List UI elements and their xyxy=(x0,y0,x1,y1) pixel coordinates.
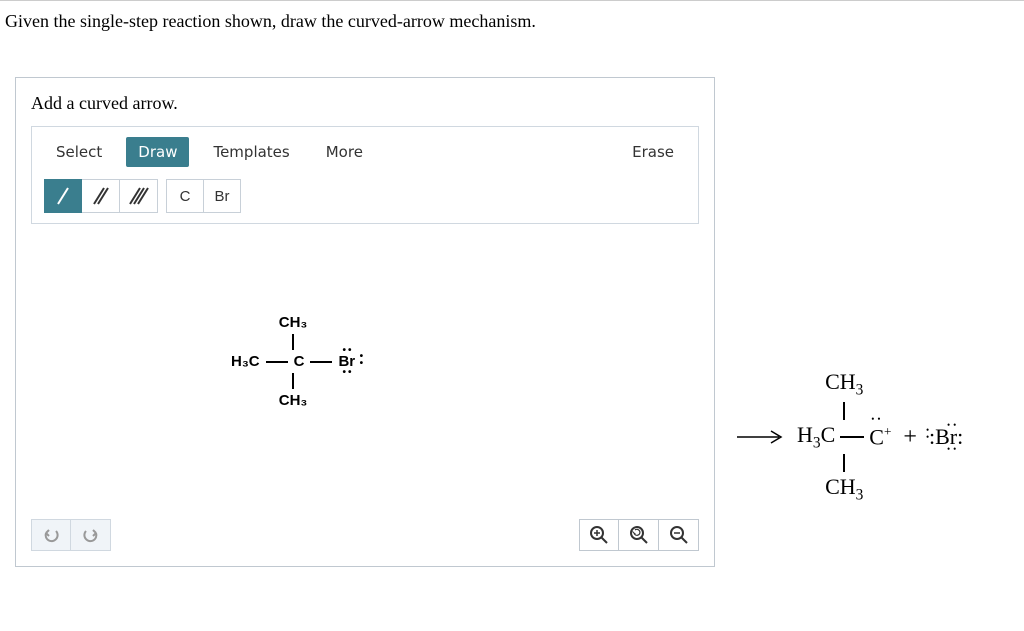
tab-more[interactable]: More xyxy=(314,137,375,167)
product-bromide: •• •• :Br: •• xyxy=(929,424,963,450)
tab-erase[interactable]: Erase xyxy=(620,137,686,167)
zoom-reset-icon xyxy=(629,525,649,545)
undo-button[interactable] xyxy=(31,519,71,551)
single-bond-icon xyxy=(55,186,71,206)
zoom-reset-button[interactable] xyxy=(619,519,659,551)
triple-bond-icon xyxy=(129,186,149,206)
reactant-molecule: CH₃ H₃C C •• Br •• •• CH₃ xyxy=(231,314,355,409)
reactant-ch3-bottom: CH₃ xyxy=(279,392,308,409)
tab-draw[interactable]: Draw xyxy=(126,137,189,167)
plus-sign: + xyxy=(903,424,917,451)
lone-pair-icon: •• xyxy=(926,427,929,441)
vertical-bond-icon xyxy=(292,373,294,389)
reaction-arrow-icon xyxy=(735,427,785,447)
zoom-in-button[interactable] xyxy=(579,519,619,551)
redo-icon xyxy=(82,527,100,543)
horizontal-bond-icon xyxy=(310,361,332,363)
double-bond-button[interactable] xyxy=(82,179,120,213)
tab-templates[interactable]: Templates xyxy=(201,137,301,167)
vertical-bond-icon xyxy=(292,334,294,350)
lone-pair-icon: •• xyxy=(342,367,353,378)
toolbar: Select Draw Templates More Erase xyxy=(31,126,699,224)
lone-pair-icon: •• xyxy=(947,444,959,454)
horizontal-bond-icon xyxy=(266,361,288,363)
double-bond-icon xyxy=(92,186,110,206)
lone-pair-icon: •• xyxy=(871,414,883,424)
question-text: Given the single-step reaction shown, dr… xyxy=(0,0,1024,42)
reactant-center-c: C xyxy=(294,353,305,370)
lone-pair-icon: •• xyxy=(360,353,364,367)
products-area: CH3 H3C •• C+ CH3 + •• •• :Br: •• xyxy=(735,77,963,567)
horizontal-bond-icon xyxy=(840,436,864,438)
editor-instruction: Add a curved arrow. xyxy=(31,93,699,114)
vertical-bond-icon xyxy=(843,402,845,420)
reactant-br: •• Br •• •• xyxy=(338,353,355,370)
zoom-out-icon xyxy=(669,525,689,545)
drawing-canvas[interactable]: CH₃ H₃C C •• Br •• •• CH₃ xyxy=(31,234,699,514)
zoom-out-button[interactable] xyxy=(659,519,699,551)
redo-button[interactable] xyxy=(71,519,111,551)
reactant-ch3-top: CH₃ xyxy=(279,314,308,331)
bond-tool-group xyxy=(44,179,158,213)
product-carbocation: CH3 H3C •• C+ CH3 xyxy=(797,369,891,504)
zoom-group xyxy=(579,519,699,551)
single-bond-button[interactable] xyxy=(44,179,82,213)
triple-bond-button[interactable] xyxy=(120,179,158,213)
lone-pair-icon: •• xyxy=(947,420,959,430)
tab-select[interactable]: Select xyxy=(44,137,114,167)
editor-panel: Add a curved arrow. Select Draw Template… xyxy=(15,77,715,567)
carbon-button[interactable]: C xyxy=(166,179,204,213)
lone-pair-icon: •• xyxy=(342,345,353,356)
undo-icon xyxy=(42,527,60,543)
bromine-button[interactable]: Br xyxy=(203,179,241,213)
zoom-in-icon xyxy=(589,525,609,545)
reactant-h3c-left: H₃C xyxy=(231,353,260,370)
undo-redo-group xyxy=(31,519,111,551)
vertical-bond-icon xyxy=(843,454,845,472)
